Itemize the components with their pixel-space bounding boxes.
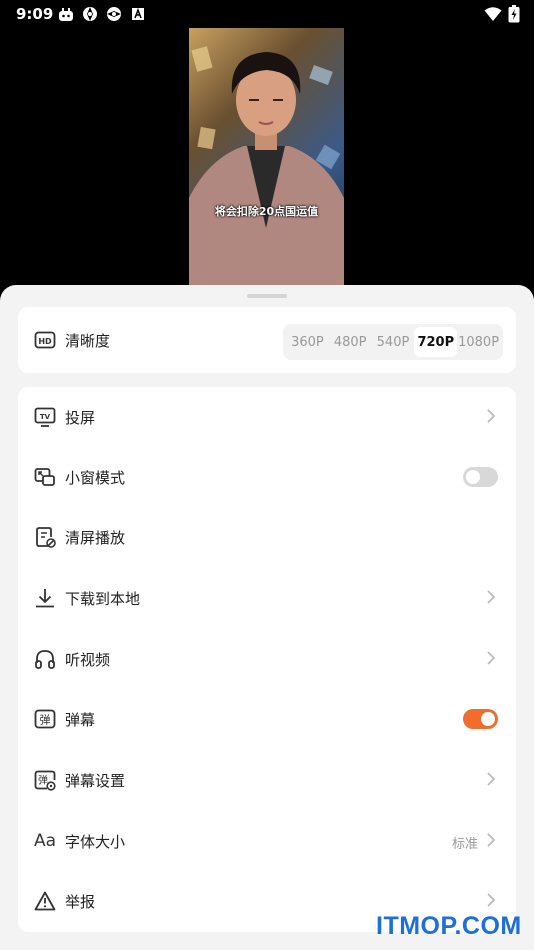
- chevron-right-icon: [487, 833, 496, 847]
- danmaku-toggle[interactable]: [463, 709, 498, 729]
- quality-card: HD 清晰度 360P 480P 540P 720P 1080P: [18, 307, 516, 373]
- option-row-cast[interactable]: TV 投屏: [18, 387, 516, 447]
- status-notification-icons: [58, 6, 146, 22]
- svg-text:TV: TV: [40, 413, 51, 421]
- font-size-value: 标准: [451, 837, 478, 852]
- option-row-download[interactable]: 下载到本地: [18, 568, 516, 628]
- tv-icon: TV: [34, 406, 56, 428]
- quality-option-360p[interactable]: 360P: [286, 327, 329, 357]
- toggle-knob: [481, 712, 495, 726]
- quality-option-540p[interactable]: 540P: [372, 327, 415, 357]
- chevron-right-icon: [487, 893, 496, 907]
- video-player[interactable]: 将会扣除20点国运值: [0, 28, 534, 290]
- option-label: 举报: [65, 893, 96, 911]
- chevron-right-icon: [487, 590, 496, 604]
- toggle-knob: [466, 470, 480, 484]
- option-label: 小窗模式: [65, 469, 126, 487]
- quality-label: 清晰度: [65, 332, 111, 350]
- download-icon: [34, 587, 56, 609]
- headphones-icon: [34, 648, 56, 670]
- option-label: 字体大小: [65, 833, 126, 851]
- quality-option-480p[interactable]: 480P: [329, 327, 372, 357]
- danmaku-settings-icon: 弹: [34, 769, 56, 791]
- settings-sheet: HD 清晰度 360P 480P 540P 720P 1080P TV 投屏 小…: [0, 285, 534, 950]
- chevron-right-icon: [487, 409, 496, 423]
- quality-option-720p[interactable]: 720P: [414, 327, 458, 357]
- chevron-right-icon: [487, 651, 496, 665]
- option-row-clear-screen[interactable]: 清屏播放: [18, 507, 516, 567]
- option-row-danmaku[interactable]: 弹 弹幕: [18, 689, 516, 749]
- option-label: 弹幕: [65, 711, 96, 729]
- option-label: 下载到本地: [65, 590, 141, 608]
- video-subtitle: 将会扣除20点国运值: [214, 205, 319, 218]
- option-row-pip[interactable]: 小窗模式: [18, 447, 516, 507]
- a-box-icon: [130, 6, 146, 22]
- svg-text:弹: 弹: [40, 713, 51, 727]
- option-row-listen[interactable]: 听视频: [18, 629, 516, 689]
- status-time: 9:09: [16, 5, 54, 23]
- option-label: 听视频: [65, 651, 111, 669]
- drag-handle[interactable]: [247, 294, 287, 298]
- option-row-danmaku-settings[interactable]: 弹 弹幕设置: [18, 750, 516, 810]
- status-bar: 9:09: [0, 0, 534, 28]
- option-label: 弹幕设置: [65, 772, 126, 790]
- svg-text:弹: 弹: [38, 774, 48, 787]
- aperture-icon: [82, 6, 98, 22]
- status-system-icons: [484, 5, 520, 27]
- quality-option-1080p[interactable]: 1080P: [457, 327, 500, 357]
- svg-text:HD: HD: [38, 337, 52, 346]
- hd-icon: HD: [34, 329, 56, 351]
- pip-toggle[interactable]: [463, 467, 498, 487]
- clear-screen-icon: [34, 526, 56, 548]
- video-frame[interactable]: 将会扣除20点国运值: [189, 28, 344, 290]
- pip-window-icon: [34, 466, 56, 488]
- option-label: 投屏: [65, 409, 96, 427]
- aperture-icon: [106, 6, 122, 22]
- option-label: 清屏播放: [65, 529, 126, 547]
- option-row-font-size[interactable]: Aa 字体大小 标准: [18, 811, 516, 871]
- battery-icon: [508, 5, 520, 27]
- watermark-logo: ITMOP.COM: [376, 912, 522, 940]
- wifi-icon: [484, 6, 502, 26]
- chevron-right-icon: [487, 772, 496, 786]
- warning-icon: [34, 890, 56, 912]
- font-size-icon: Aa: [33, 831, 57, 851]
- quality-selector[interactable]: 360P 480P 540P 720P 1080P: [283, 324, 503, 360]
- app-icon: [58, 6, 74, 22]
- options-card: TV 投屏 小窗模式 清屏播放 下载到本地 听视频 弹 弹幕 弹 弹幕设置 Aa…: [18, 387, 516, 932]
- video-person-image: [189, 46, 344, 290]
- danmaku-icon: 弹: [34, 708, 56, 730]
